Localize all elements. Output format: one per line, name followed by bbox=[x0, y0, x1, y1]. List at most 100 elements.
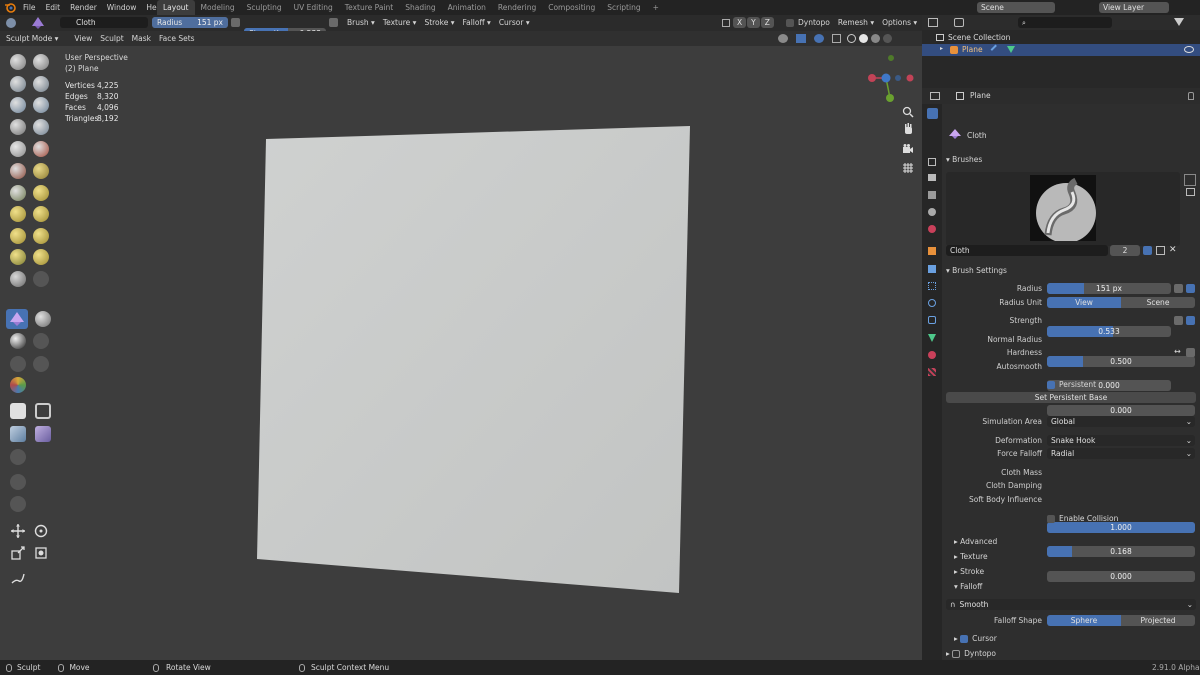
simplify-tool-icon[interactable] bbox=[35, 311, 51, 327]
set-persistent-base-button[interactable]: Set Persistent Base bbox=[946, 392, 1196, 403]
pose-tool-icon[interactable] bbox=[10, 249, 26, 265]
flatten-tool-icon[interactable] bbox=[33, 141, 49, 157]
cursor-check-icon[interactable] bbox=[960, 634, 969, 643]
texture-menu[interactable]: Texture ▾ bbox=[379, 15, 421, 31]
radius-pressure-icon[interactable] bbox=[231, 18, 240, 27]
box-trim-tool-icon[interactable] bbox=[10, 426, 26, 442]
thumb-tool-icon[interactable] bbox=[33, 228, 49, 244]
color-filter-tool-icon[interactable] bbox=[10, 474, 26, 490]
tab-scripting[interactable]: Scripting bbox=[601, 0, 646, 15]
object-tab-icon[interactable] bbox=[928, 247, 936, 255]
vp-menu-view[interactable]: View bbox=[70, 31, 96, 46]
view-layer-selector[interactable]: View Layer bbox=[1099, 2, 1169, 13]
dyntopo-panel[interactable]: ▸ Dyntopo bbox=[946, 649, 996, 658]
snake-hook-tool-icon[interactable] bbox=[10, 228, 26, 244]
falloff-preset-dropdown[interactable]: ∩ Smooth ⌄ bbox=[946, 599, 1196, 610]
world-tab-icon[interactable] bbox=[928, 225, 936, 233]
move-tool-icon[interactable] bbox=[10, 523, 26, 539]
rotate-tool-icon[interactable] bbox=[10, 271, 26, 287]
radius-unit-view[interactable]: View bbox=[1047, 297, 1121, 308]
falloff-shape-projected[interactable]: Projected bbox=[1121, 615, 1195, 626]
outliner-search-input[interactable]: ⌕ bbox=[1018, 17, 1112, 28]
brush-preview-scroll[interactable] bbox=[1184, 174, 1196, 186]
remesh-menu[interactable]: Remesh ▾ bbox=[834, 15, 878, 31]
grab-tool-icon[interactable] bbox=[10, 206, 26, 222]
tab-compositing[interactable]: Compositing bbox=[542, 0, 601, 15]
material-shading-icon[interactable] bbox=[871, 34, 880, 43]
tab-texture-paint[interactable]: Texture Paint bbox=[339, 0, 399, 15]
dyntopo-checkbox[interactable]: Dyntopo bbox=[782, 15, 834, 31]
smooth-tool-icon[interactable] bbox=[10, 141, 26, 157]
axis-x-toggle[interactable]: X bbox=[733, 17, 747, 28]
scale-tool-icon[interactable] bbox=[10, 545, 26, 561]
pin-icon[interactable] bbox=[1188, 92, 1194, 100]
render-tab-icon[interactable] bbox=[928, 158, 936, 166]
layer-tool-icon[interactable] bbox=[10, 97, 26, 113]
clay-strips-tool-icon[interactable] bbox=[33, 76, 49, 92]
radius-slider[interactable]: Radius 151 px bbox=[152, 17, 228, 28]
menu-file[interactable]: File bbox=[18, 0, 41, 15]
mask-tool-icon[interactable] bbox=[10, 333, 26, 349]
scrape-tool-icon[interactable] bbox=[33, 163, 49, 179]
vp-menu-face-sets[interactable]: Face Sets bbox=[155, 31, 199, 46]
camera-icon[interactable] bbox=[902, 143, 914, 155]
cloth-damping-slider[interactable]: 0.168 bbox=[1047, 546, 1195, 557]
menu-window[interactable]: Window bbox=[102, 0, 142, 15]
hardness-pressure-icon[interactable] bbox=[1186, 348, 1195, 357]
multiplane-scrape-tool-icon[interactable] bbox=[10, 185, 26, 201]
vp-menu-sculpt[interactable]: Sculpt bbox=[96, 31, 127, 46]
zoom-icon[interactable] bbox=[902, 106, 914, 118]
enable-collision-checkbox[interactable]: Enable Collision bbox=[1047, 514, 1118, 523]
brush-settings-panel-header[interactable]: ▾ Brush Settings bbox=[946, 266, 1007, 275]
modifier-tab-icon[interactable] bbox=[928, 265, 936, 273]
fake-user-icon[interactable] bbox=[1143, 246, 1152, 255]
annotate-tool-icon[interactable] bbox=[10, 570, 26, 586]
eye-icon[interactable] bbox=[1184, 46, 1194, 53]
cursor-subpanel[interactable]: ▸ Cursor bbox=[954, 634, 997, 643]
box-hide-tool-icon[interactable] bbox=[10, 403, 26, 419]
brush-image-icon[interactable] bbox=[1186, 188, 1195, 196]
advanced-subpanel[interactable]: ▸ Advanced bbox=[954, 537, 997, 546]
transform-tool-icon[interactable] bbox=[33, 545, 49, 561]
radius-unit-toggle[interactable]: View Scene bbox=[1047, 297, 1195, 308]
brush-users-count[interactable]: 2 bbox=[1110, 245, 1140, 256]
falloff-subpanel[interactable]: ▾ Falloff bbox=[954, 582, 982, 591]
sculpt-mode-selector[interactable]: Sculpt Mode ▾ bbox=[6, 31, 58, 46]
wireframe-shading-icon[interactable] bbox=[847, 34, 856, 43]
nudge-tool-icon[interactable] bbox=[33, 249, 49, 265]
falloff-shape-sphere[interactable]: Sphere bbox=[1047, 615, 1121, 626]
box-face-set-tool-icon[interactable] bbox=[35, 403, 51, 419]
soft-body-slider[interactable]: 0.000 bbox=[1047, 571, 1195, 582]
draw-brush-icon[interactable] bbox=[6, 18, 16, 28]
radius-unit-scene[interactable]: Scene bbox=[1121, 297, 1195, 308]
simulation-area-dropdown[interactable]: Global ⌄ bbox=[1047, 416, 1195, 427]
draw-sharp-tool-icon[interactable] bbox=[33, 54, 49, 70]
duplicate-brush-icon[interactable] bbox=[1156, 246, 1165, 255]
falloff-shape-toggle[interactable]: Sphere Projected bbox=[1047, 615, 1195, 626]
hand-icon[interactable] bbox=[902, 123, 914, 135]
outliner-row-plane[interactable]: ▸ Plane bbox=[922, 44, 1200, 56]
box-mask-tool-icon[interactable] bbox=[10, 356, 26, 372]
pinch-tool-icon[interactable] bbox=[33, 185, 49, 201]
radius-pressure-toggle[interactable] bbox=[1186, 284, 1195, 293]
slide-relax-tool-icon[interactable] bbox=[33, 271, 49, 287]
draw-face-sets-tool-icon[interactable] bbox=[33, 333, 49, 349]
xray-icon[interactable] bbox=[832, 34, 841, 43]
radius-pressure-icon[interactable] bbox=[1174, 284, 1183, 293]
blender-logo-icon[interactable] bbox=[4, 2, 16, 13]
overlay-icon[interactable] bbox=[814, 34, 824, 43]
tab-shading[interactable]: Shading bbox=[399, 0, 441, 15]
cloth-mass-slider[interactable]: 1.000 bbox=[1047, 522, 1195, 533]
stroke-subpanel[interactable]: ▸ Stroke bbox=[954, 567, 984, 576]
hardness-invert-icon[interactable]: ↔ bbox=[1174, 347, 1181, 356]
cursor-menu[interactable]: Cursor ▾ bbox=[495, 15, 534, 31]
persistent-checkbox[interactable]: Persistent bbox=[1047, 380, 1096, 389]
plane-mesh[interactable] bbox=[0, 46, 922, 660]
expand-arrow-icon[interactable]: ▸ bbox=[940, 45, 943, 52]
brush-datablock-name[interactable]: Cloth bbox=[946, 245, 1108, 256]
radius-prop-slider[interactable]: 151 px bbox=[1047, 283, 1171, 294]
crease-tool-icon[interactable] bbox=[33, 119, 49, 135]
brush-thumbnail[interactable] bbox=[1030, 175, 1096, 243]
grid-icon[interactable] bbox=[902, 162, 914, 174]
editor-type-icon[interactable] bbox=[928, 18, 938, 27]
